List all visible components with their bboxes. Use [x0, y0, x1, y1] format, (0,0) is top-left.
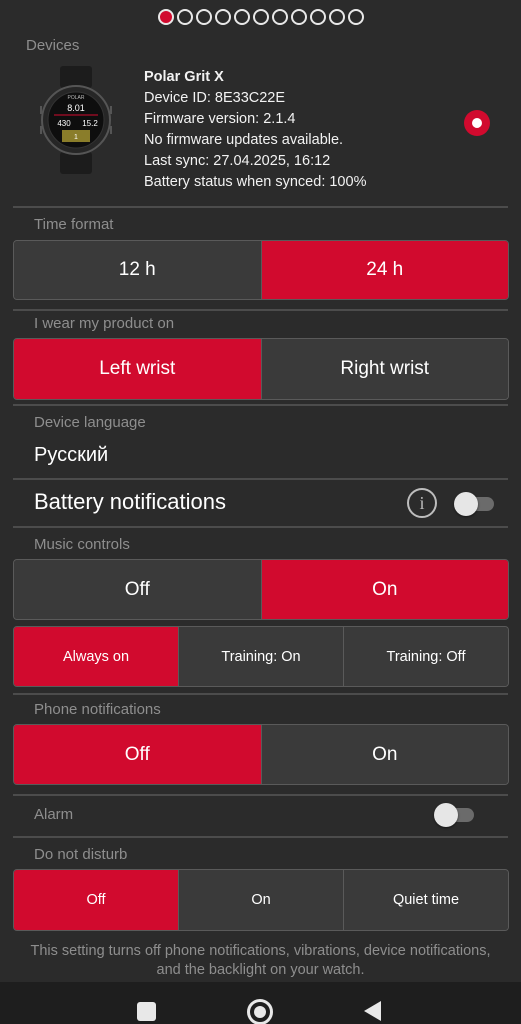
pager-dot[interactable]	[176, 9, 193, 25]
device-info[interactable]: Polar Grit X Device ID: 8E33C22E Firmwar…	[144, 67, 366, 193]
svg-text:8.01: 8.01	[67, 103, 85, 113]
wrist-selector: Left wrist Right wrist	[13, 338, 509, 400]
battery-notifications-label: Battery notifications	[34, 489, 226, 514]
phone-notifications-selector: Off On	[13, 724, 509, 785]
pager-dot[interactable]	[309, 9, 326, 25]
phone-notifications-off-button[interactable]: Off	[14, 725, 262, 784]
back-icon[interactable]	[364, 1001, 381, 1021]
phone-notifications-on-button[interactable]: On	[261, 725, 508, 784]
do-not-disturb-selector: Off On Quiet time	[13, 869, 509, 931]
battery-notifications-toggle[interactable]	[454, 492, 496, 516]
devices-section-label: Devices	[26, 37, 80, 54]
music-controls-on-button[interactable]: On	[261, 560, 508, 619]
svg-text:POLAR: POLAR	[68, 95, 85, 101]
last-sync: Last sync: 27.04.2025, 16:12	[144, 153, 331, 169]
time-format-selector: 12 h 24 h	[13, 240, 509, 300]
dnd-quiet-time-button[interactable]: Quiet time	[344, 870, 508, 930]
divider	[13, 526, 508, 528]
pager-dot[interactable]	[290, 9, 307, 25]
recents-icon[interactable]	[137, 1002, 156, 1021]
system-navigation-bar	[0, 982, 521, 1024]
home-icon[interactable]	[247, 999, 273, 1024]
music-controls-off-button[interactable]: Off	[14, 560, 262, 619]
divider	[13, 478, 508, 480]
pager-dots	[0, 9, 521, 25]
radio-dot	[472, 118, 482, 128]
pager-dot[interactable]	[233, 9, 250, 25]
music-training-on-button[interactable]: Training: On	[179, 627, 344, 686]
alarm-label: Alarm	[34, 806, 74, 823]
divider	[13, 404, 508, 406]
divider	[13, 836, 508, 838]
divider	[13, 206, 508, 208]
phone-notifications-label: Phone notifications	[34, 701, 161, 718]
firmware-version: Firmware version: 2.1.4	[144, 111, 296, 127]
divider	[13, 693, 508, 695]
toggle-knob	[454, 492, 478, 516]
divider	[13, 794, 508, 796]
pager-dot[interactable]	[347, 9, 364, 25]
info-icon[interactable]: i	[407, 488, 437, 518]
pager-dot[interactable]	[328, 9, 345, 25]
music-controls-selector: Off On	[13, 559, 509, 620]
wrist-label: I wear my product on	[34, 315, 175, 332]
device-id: Device ID: 8E33C22E	[144, 90, 286, 106]
home-icon-center	[254, 1006, 266, 1018]
pager-dot[interactable]	[252, 9, 269, 25]
right-wrist-button[interactable]: Right wrist	[261, 339, 508, 399]
pager-dot[interactable]	[195, 9, 212, 25]
device-name: Polar Grit X	[144, 69, 224, 85]
toggle-knob	[434, 803, 458, 827]
left-wrist-button[interactable]: Left wrist	[14, 339, 262, 399]
dnd-description: This setting turns off phone notificatio…	[30, 943, 491, 978]
svg-text:430: 430	[57, 119, 71, 128]
device-language-label: Device language	[34, 414, 146, 431]
time-format-24h-button[interactable]: 24 h	[261, 241, 508, 299]
dnd-off-button[interactable]: Off	[14, 870, 179, 930]
watch-image: POLAR 8.01 430 15.2 1	[40, 66, 112, 174]
dnd-on-button[interactable]: On	[179, 870, 344, 930]
time-format-label: Time format	[34, 216, 114, 233]
firmware-status: No firmware updates available.	[144, 132, 344, 148]
device-select-radio[interactable]	[464, 110, 490, 136]
divider	[13, 309, 508, 311]
music-controls-label: Music controls	[34, 536, 130, 553]
music-mode-selector: Always on Training: On Training: Off	[13, 626, 509, 687]
svg-text:15.2: 15.2	[82, 119, 98, 128]
music-training-off-button[interactable]: Training: Off	[344, 627, 508, 686]
battery-status: Battery status when synced: 100%	[144, 174, 367, 190]
time-format-12h-button[interactable]: 12 h	[14, 241, 262, 299]
do-not-disturb-label: Do not disturb	[34, 846, 128, 863]
svg-text:1: 1	[74, 134, 78, 141]
music-always-on-button[interactable]: Always on	[14, 627, 179, 686]
device-settings-screen: Devices POLAR 8.01 430 15.2 1 Polar Grit…	[0, 0, 521, 1024]
pager-dot[interactable]	[157, 9, 174, 25]
alarm-toggle[interactable]	[434, 803, 476, 827]
pager-dot[interactable]	[214, 9, 231, 25]
pager-dot[interactable]	[271, 9, 288, 25]
device-language-value[interactable]: Русский	[34, 444, 108, 467]
